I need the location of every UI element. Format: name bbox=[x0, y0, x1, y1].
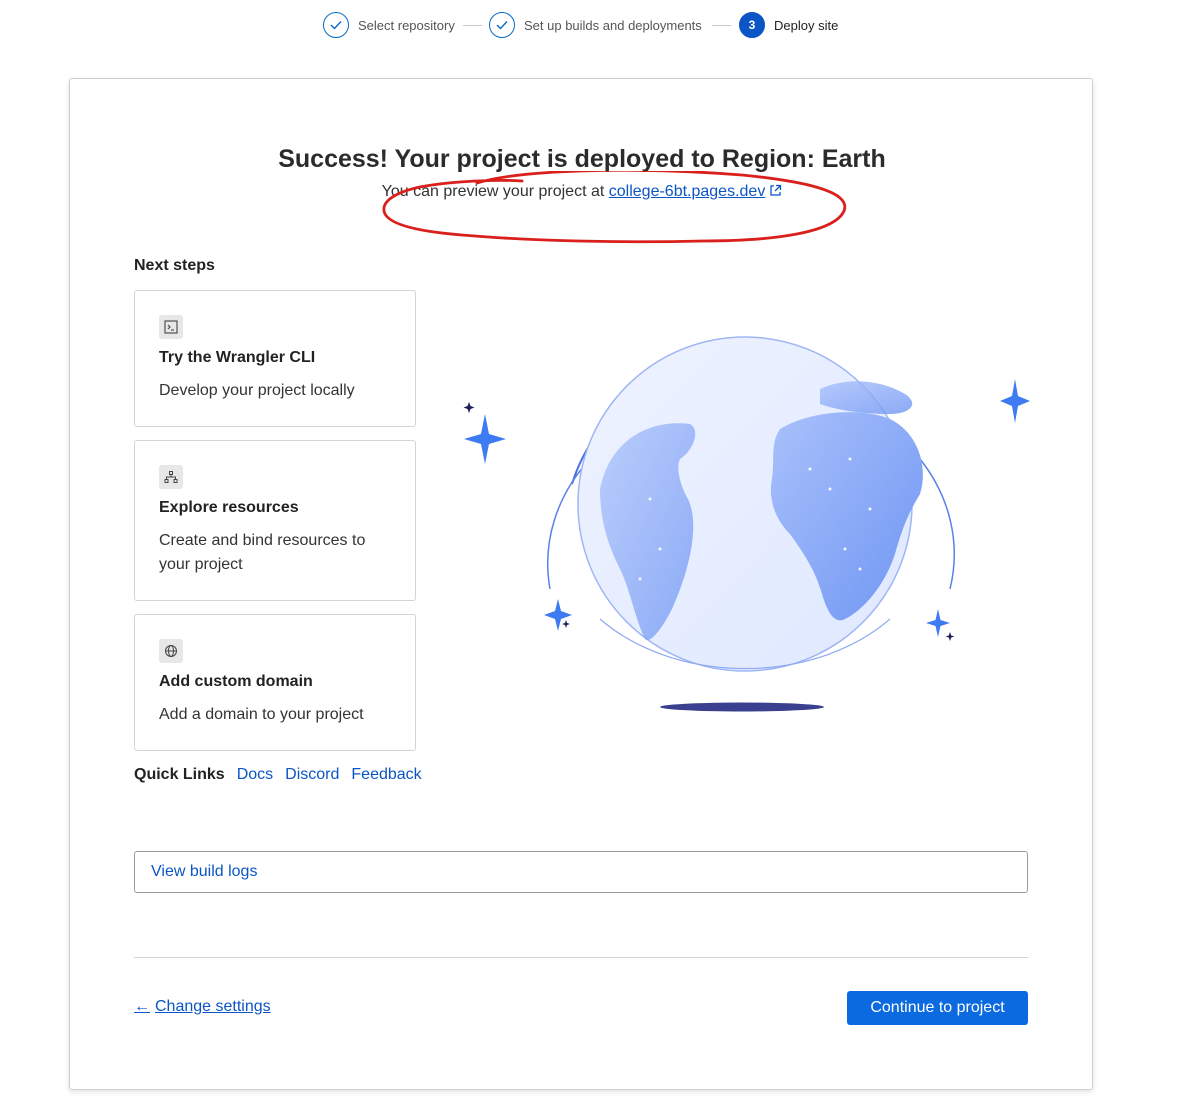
preview-text: You can preview your project at college-… bbox=[70, 183, 1094, 201]
explore-resources-card[interactable]: Explore resources Create and bind resour… bbox=[134, 440, 416, 601]
docs-link[interactable]: Docs bbox=[237, 766, 273, 784]
wrangler-cli-card[interactable]: Try the Wrangler CLI Develop your projec… bbox=[134, 290, 416, 427]
globe-illustration bbox=[463, 336, 1030, 712]
card-title: Explore resources bbox=[159, 499, 299, 516]
step-deploy-site: 3 Deploy site bbox=[739, 11, 838, 39]
step-label: Deploy site bbox=[774, 17, 839, 33]
check-icon bbox=[489, 12, 515, 38]
card-title: Add custom domain bbox=[159, 673, 313, 690]
check-icon bbox=[323, 12, 349, 38]
quick-links-label: Quick Links bbox=[134, 766, 225, 783]
arrow-left-icon: ← bbox=[134, 998, 150, 1015]
step-label: Set up builds and deployments bbox=[524, 17, 702, 33]
card-description: Add a domain to your project bbox=[159, 706, 364, 723]
next-steps-heading: Next steps bbox=[134, 257, 215, 274]
step-connector bbox=[463, 25, 482, 26]
step-select-repository: Select repository bbox=[323, 11, 455, 39]
step-connector bbox=[712, 25, 731, 26]
step-set-up-builds: Set up builds and deployments bbox=[489, 11, 702, 39]
preview-prefix: You can preview your project at bbox=[381, 183, 605, 200]
external-link-icon[interactable] bbox=[769, 184, 782, 197]
step-label: Select repository bbox=[358, 17, 455, 33]
page-title: Success! Your project is deployed to Reg… bbox=[278, 145, 886, 173]
discord-link[interactable]: Discord bbox=[285, 766, 339, 784]
deploy-success-card: Success! Your project is deployed to Reg… bbox=[69, 78, 1093, 1090]
step-number: 3 bbox=[739, 12, 765, 38]
continue-to-project-button[interactable]: Continue to project bbox=[847, 991, 1028, 1025]
preview-link[interactable]: college-6bt.pages.dev bbox=[609, 183, 766, 200]
quick-links: Quick Links Docs Discord Feedback bbox=[134, 766, 434, 784]
globe-icon bbox=[159, 639, 183, 663]
terminal-icon bbox=[159, 315, 183, 339]
change-settings-link[interactable]: ← Change settings bbox=[134, 998, 271, 1016]
sitemap-icon bbox=[159, 465, 183, 489]
card-description: Develop your project locally bbox=[159, 382, 355, 399]
feedback-link[interactable]: Feedback bbox=[351, 766, 421, 784]
progress-stepper: Select repository Set up builds and depl… bbox=[0, 11, 1195, 39]
change-settings-label: Change settings bbox=[155, 998, 271, 1015]
view-build-logs-button[interactable]: View build logs bbox=[134, 851, 1028, 893]
card-title: Try the Wrangler CLI bbox=[159, 349, 316, 366]
divider bbox=[134, 957, 1028, 958]
card-description: Create and bind resources to your projec… bbox=[159, 532, 366, 573]
custom-domain-card[interactable]: Add custom domain Add a domain to your p… bbox=[134, 614, 416, 751]
